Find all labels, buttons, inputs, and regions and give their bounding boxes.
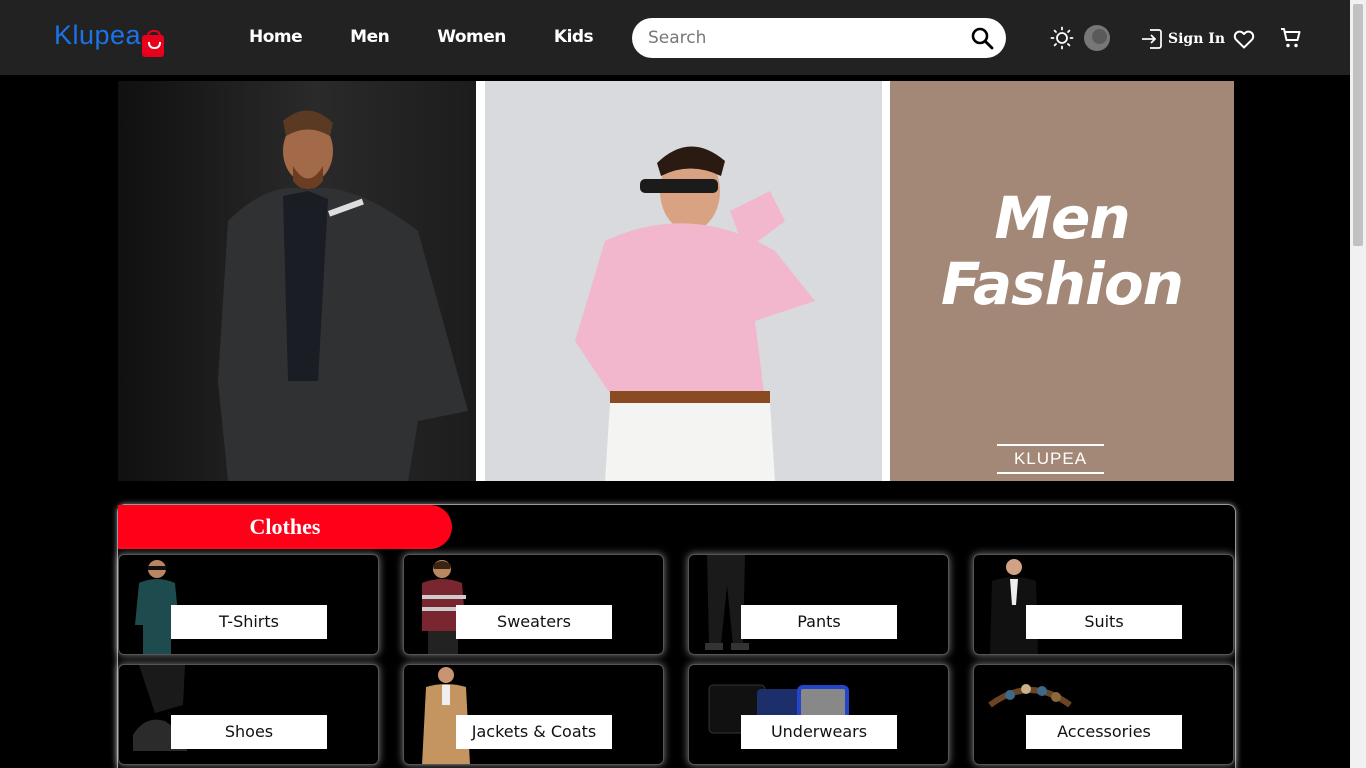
category-label: Accessories [1026,715,1182,749]
nav-men[interactable]: Men [350,27,390,47]
sign-in-icon [1142,29,1162,49]
pink-shirt-model-illustration [575,146,815,481]
suit-model-illustration [218,110,468,481]
category-card-sweaters[interactable]: Sweaters [403,554,664,655]
banner-photo-suit-model [118,81,476,481]
nav-home[interactable]: Home [249,27,303,47]
sign-in-label: Sign In [1168,31,1225,47]
page-scrollbar[interactable] [1350,0,1366,768]
category-label: Underwears [741,715,897,749]
search-input[interactable] [648,27,948,49]
category-card-pants[interactable]: Pants [688,554,949,655]
banner-photo-pink-shirt-model [485,81,882,481]
dark-mode-moon-icon[interactable] [1084,25,1110,51]
category-card-shoes[interactable]: Shoes [118,664,379,765]
shopping-bag-logo-icon [142,30,165,57]
search-icon[interactable] [970,26,994,50]
search-bar [632,18,1006,58]
shopping-cart-icon[interactable] [1279,26,1303,50]
section-title: Clothes [118,505,452,549]
category-label: Shoes [171,715,327,749]
category-card-jackets-coats[interactable]: Jackets & Coats [403,664,664,765]
brand-logo[interactable]: Klupea [54,20,165,57]
category-card-suits[interactable]: Suits [973,554,1234,655]
scrollbar-thumb[interactable] [1353,4,1363,246]
light-mode-sun-icon[interactable] [1050,26,1074,50]
category-label: Pants [741,605,897,639]
nav-kids[interactable]: Kids [554,27,594,47]
banner-headline-line1: Men [994,184,1130,252]
category-label: Sweaters [456,605,612,639]
sign-in-link[interactable]: Sign In [1140,27,1225,51]
category-label: T-Shirts [171,605,327,639]
banner-men-fashion-panel: Men Fashion KLUPEA [890,81,1234,481]
category-label: Jackets & Coats [456,715,612,749]
category-label: Suits [1026,605,1182,639]
category-card-accessories[interactable]: Accessories [973,664,1234,765]
banner-headline: Men Fashion [890,185,1234,317]
banner-headline-line2: Fashion [941,250,1184,318]
category-card-tshirts[interactable]: T-Shirts [118,554,379,655]
banner-brand-mark: KLUPEA [997,444,1104,474]
category-card-underwears[interactable]: Underwears [688,664,949,765]
main-nav: Home Men Women Kids [249,27,594,47]
hero-banner: Men Fashion KLUPEA [118,81,1234,481]
brand-name: Klupea [54,20,142,50]
top-header: Klupea Home Men Women Kids Sign In [0,0,1350,75]
nav-women[interactable]: Women [437,27,506,47]
wishlist-heart-icon[interactable] [1232,27,1256,51]
